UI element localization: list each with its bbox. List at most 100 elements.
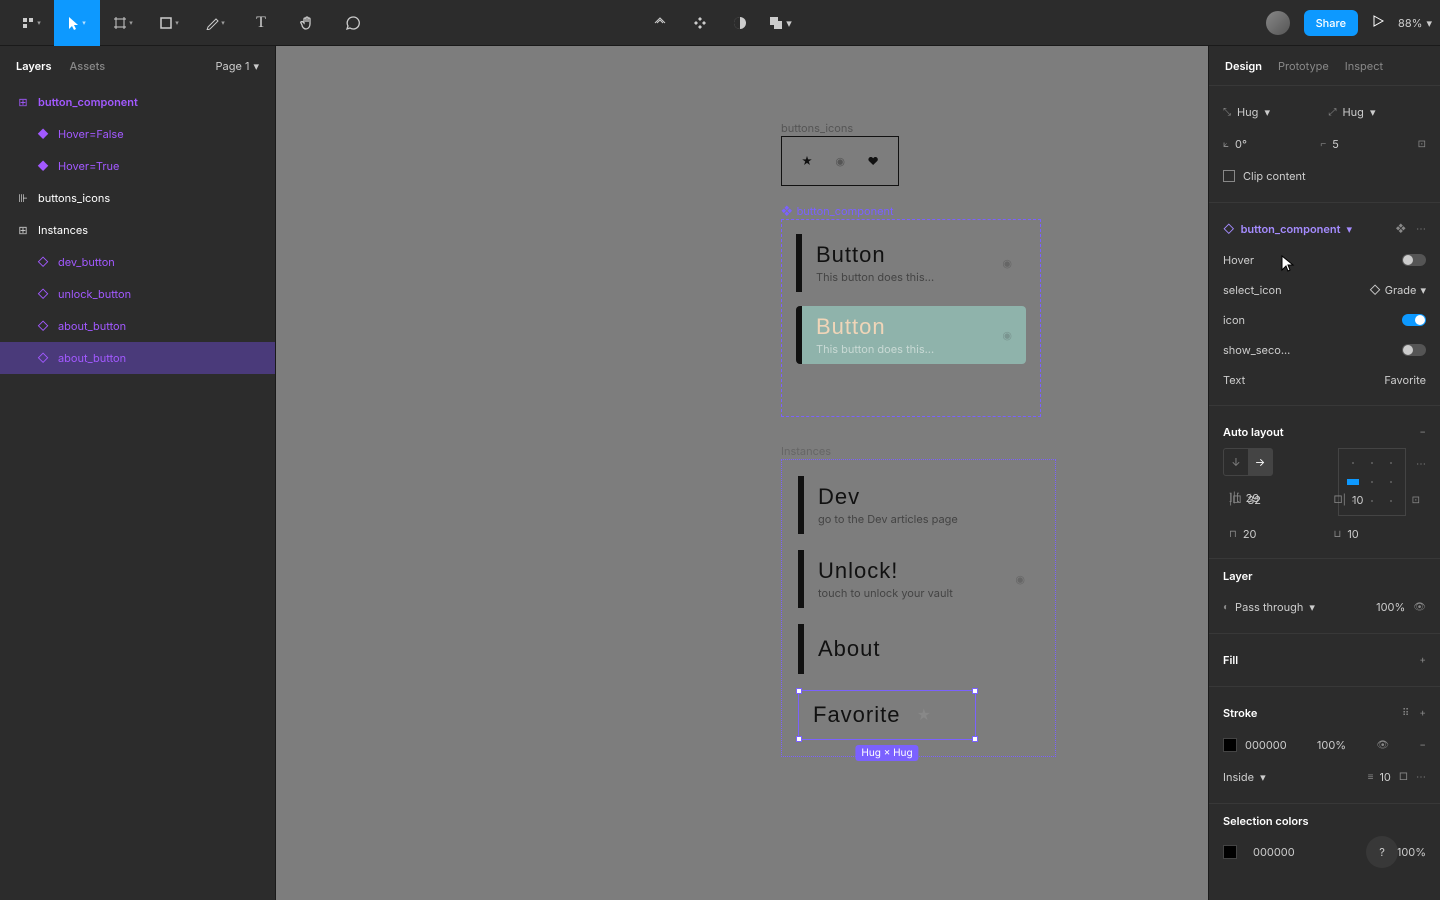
main-menu-button[interactable]: ▾ — [8, 0, 54, 46]
icons-frame-label[interactable]: buttons_icons — [781, 121, 853, 135]
instance-favorite-selected[interactable]: Favorite★ Hug × Hug — [798, 690, 976, 740]
design-panel: Design Prototype Inspect ⤡Hug▾ ⤢Hug▾ ⟀0°… — [1208, 46, 1440, 900]
icons-frame[interactable]: ★ ◉ ♥ — [781, 136, 899, 186]
stroke-position[interactable]: Inside▾ — [1223, 770, 1360, 784]
component-set-icon: ⊞ — [16, 95, 30, 109]
width-resize[interactable]: ⤡Hug▾ — [1223, 105, 1321, 119]
stroke-style-icon[interactable]: ⠿ — [1402, 707, 1409, 719]
add-stroke-icon[interactable]: + — [1419, 707, 1426, 719]
layer-button-component[interactable]: ⊞button_component — [0, 86, 275, 118]
component-frame-label[interactable]: ❖button_component — [781, 204, 894, 218]
rotation-input[interactable]: ⟀0° — [1223, 137, 1312, 151]
vertical-direction[interactable]: ↓ — [1224, 449, 1248, 475]
angle-icon: ⟀ — [1223, 138, 1229, 150]
stroke-per-side-icon[interactable]: □ — [1399, 771, 1408, 783]
instance-about[interactable]: About — [798, 624, 1039, 674]
remove-stroke-icon[interactable]: − — [1419, 739, 1426, 751]
help-button[interactable]: ? — [1366, 836, 1398, 868]
icon-toggle[interactable] — [1402, 314, 1426, 326]
canvas[interactable]: buttons_icons ★ ◉ ♥ ❖button_component Bu… — [276, 46, 1208, 900]
individual-padding-icon[interactable]: ⊡ — [1412, 494, 1420, 506]
instance-dev[interactable]: Devgo to the Dev articles page — [798, 476, 1039, 534]
add-fill-icon[interactable]: + — [1419, 654, 1426, 666]
more-icon[interactable]: ⋯ — [1416, 223, 1426, 235]
layer-section-title: Layer — [1223, 569, 1426, 583]
layer-opacity[interactable]: 100% — [1376, 600, 1405, 614]
hover-toggle[interactable] — [1402, 254, 1426, 266]
visibility-icon[interactable]: 👁 — [1413, 601, 1426, 613]
swap-instance-icon[interactable]: ❖ — [1395, 223, 1406, 235]
boolean-icon[interactable]: ▾ — [768, 11, 792, 35]
pen-tool[interactable]: ▾ — [192, 0, 238, 46]
component-icon[interactable] — [688, 11, 712, 35]
layer-buttons-icons[interactable]: ⊪buttons_icons — [0, 182, 275, 214]
height-resize[interactable]: ⤢Hug▾ — [1329, 105, 1427, 119]
corner-radius-input[interactable]: ⌐5 — [1320, 137, 1409, 151]
move-tool[interactable]: ▾ — [54, 0, 100, 46]
layer-instances[interactable]: ⊞Instances — [0, 214, 275, 246]
selection-color-hex[interactable]: 000000 — [1253, 845, 1295, 859]
checkbox-unchecked[interactable] — [1223, 170, 1235, 182]
stroke-hex[interactable]: 000000 — [1245, 738, 1287, 752]
instance-unlock[interactable]: Unlock!touch to unlock your vault ◉ — [798, 550, 1039, 608]
layers-tab[interactable]: Layers — [16, 59, 52, 73]
inspect-tab[interactable]: Inspect — [1345, 59, 1383, 73]
avatar[interactable] — [1266, 11, 1290, 35]
show-second-toggle[interactable] — [1402, 344, 1426, 356]
selection-handle[interactable] — [796, 736, 802, 742]
pad-top-input[interactable]: ⊓20 — [1223, 520, 1322, 548]
selection-color-opacity[interactable]: 100% — [1397, 845, 1426, 859]
fingerprint-icon: ◉ — [1002, 328, 1012, 342]
size-badge: Hug × Hug — [855, 745, 918, 761]
share-button[interactable]: Share — [1304, 10, 1358, 36]
shape-tool[interactable]: ▾ — [146, 0, 192, 46]
layer-unlock-button[interactable]: ◇unlock_button — [0, 278, 275, 310]
remove-autolayout-icon[interactable]: − — [1419, 426, 1426, 438]
layer-hover-true[interactable]: ◆Hover=True — [0, 150, 275, 182]
present-button[interactable] — [1372, 14, 1384, 31]
button-default-variant[interactable]: Button This button does this... ◉ — [796, 234, 1026, 292]
visibility-icon[interactable]: 👁 — [1376, 739, 1389, 751]
horizontal-direction[interactable]: → — [1248, 449, 1272, 475]
layers-panel: Layers Assets Page 1▾ ⊞button_component … — [0, 46, 276, 900]
zoom-level[interactable]: 88%▾ — [1398, 16, 1432, 30]
design-tab[interactable]: Design — [1225, 59, 1262, 73]
comment-tool[interactable] — [330, 0, 376, 46]
blend-mode[interactable]: ◐Pass through▾ — [1223, 600, 1368, 614]
autolayout-settings-icon[interactable]: ⋯ — [1416, 458, 1426, 470]
instances-frame[interactable]: Devgo to the Dev articles page Unlock!to… — [781, 459, 1056, 757]
component-instance-name[interactable]: ◇button_component▾ — [1223, 222, 1352, 236]
page-selector[interactable]: Page 1▾ — [216, 59, 259, 73]
pad-left-input[interactable]: |□32 — [1223, 486, 1322, 514]
pad-bottom-input[interactable]: ⊔10 — [1328, 520, 1427, 548]
selection-handle[interactable] — [796, 688, 802, 694]
stroke-width[interactable]: ≡10 — [1368, 770, 1391, 784]
stroke-color-swatch[interactable] — [1223, 738, 1237, 752]
pad-right-input[interactable]: □|10⊡ — [1328, 486, 1427, 514]
stroke-settings-icon[interactable]: ⋯ — [1416, 771, 1426, 783]
prototype-tab[interactable]: Prototype — [1278, 59, 1329, 73]
individual-corners-icon[interactable]: ⊡ — [1418, 138, 1426, 150]
text-tool[interactable]: T — [238, 0, 284, 46]
layer-dev-button[interactable]: ◇dev_button — [0, 246, 275, 278]
layer-hover-false[interactable]: ◆Hover=False — [0, 118, 275, 150]
frame-tool[interactable]: ▾ — [100, 0, 146, 46]
layer-about-button-selected[interactable]: ◇about_button — [0, 342, 275, 374]
mask-icon[interactable] — [728, 11, 752, 35]
assets-tab[interactable]: Assets — [70, 59, 106, 73]
frame-icon: ⊪ — [16, 191, 30, 205]
component-set-frame[interactable]: Button This button does this... ◉ Button… — [781, 219, 1041, 417]
select-icon-value[interactable]: ◇Grade▾ — [1369, 283, 1426, 297]
selection-handle[interactable] — [972, 688, 978, 694]
stroke-opacity[interactable]: 100% — [1317, 738, 1346, 752]
inst-title: Favorite — [813, 702, 900, 728]
text-value-input[interactable]: Favorite — [1384, 373, 1426, 387]
hand-tool[interactable] — [284, 0, 330, 46]
instances-frame-label[interactable]: Instances — [781, 444, 831, 458]
reset-icon[interactable] — [648, 11, 672, 35]
selection-handle[interactable] — [972, 736, 978, 742]
button-hover-variant[interactable]: Button This button does this... ◉ — [796, 306, 1026, 364]
layer-about-button[interactable]: ◇about_button — [0, 310, 275, 342]
selection-color-swatch[interactable] — [1223, 845, 1237, 859]
clip-content-label[interactable]: Clip content — [1243, 169, 1306, 183]
